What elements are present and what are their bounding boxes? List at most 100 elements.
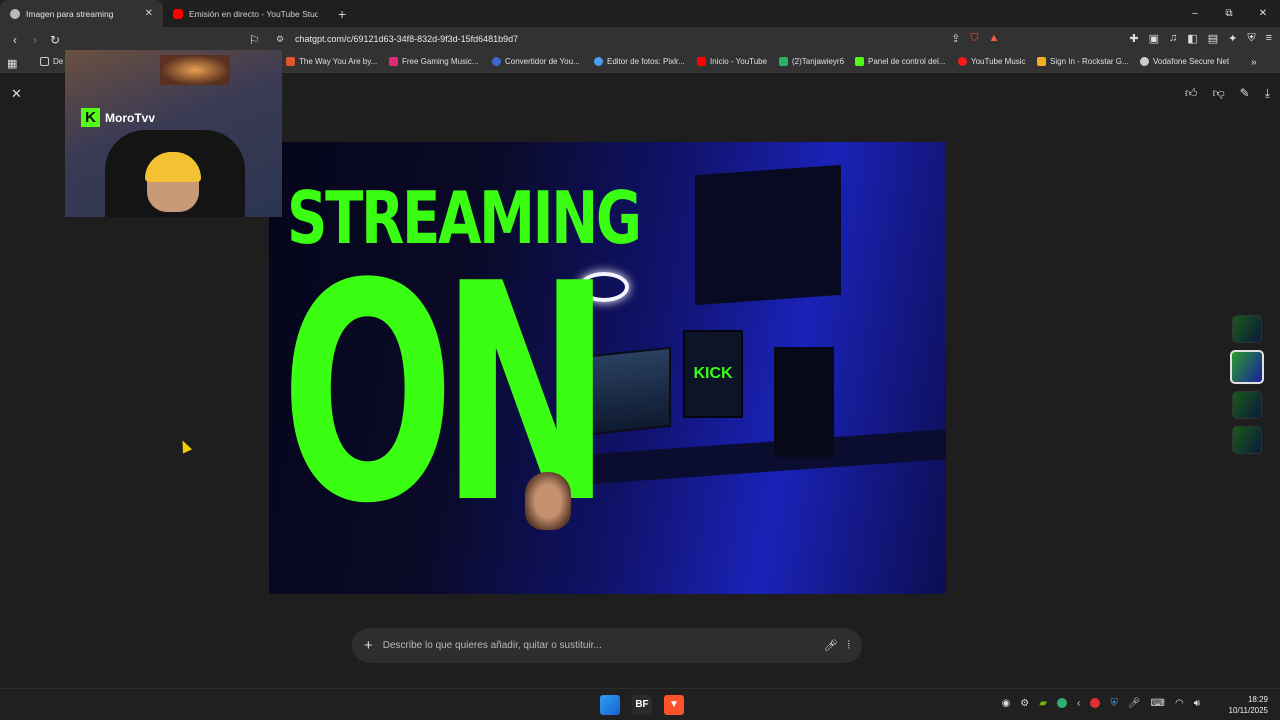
- streamer-face: [525, 472, 571, 530]
- bookmark-label: The Way You Are by...: [299, 57, 378, 66]
- bookmark-item[interactable]: Sign In - Rockstar G...: [1037, 57, 1129, 66]
- volume-icon[interactable]: 🔊︎: [1194, 698, 1200, 709]
- youtube-music-icon: [958, 57, 967, 66]
- taskbar-apps: BF ▼: [600, 695, 684, 715]
- close-icon[interactable]: ✕: [11, 86, 22, 102]
- bookmark-label: Sign In - Rockstar G...: [1050, 57, 1129, 66]
- kick-screen-text: KICK: [693, 365, 733, 382]
- thumbs-up-icon[interactable]: 👍︎: [1185, 86, 1198, 101]
- bf-app-icon[interactable]: BF: [632, 695, 652, 715]
- bookmark-folder[interactable]: De: [40, 57, 63, 66]
- maximize-button[interactable]: ⧉: [1212, 0, 1246, 27]
- bookmark-item[interactable]: Editor de fotos: Pixlr...: [594, 57, 685, 66]
- image-actions: 👍︎ 👎︎ ✎ ⤓: [1185, 86, 1270, 101]
- forward-icon[interactable]: ›: [25, 33, 45, 47]
- bookmark-label: Vodafone Secure Net: [1153, 57, 1230, 66]
- wall-tv: [695, 164, 841, 306]
- brave-browser-icon[interactable]: ▼: [664, 695, 684, 715]
- bookmark-label: (2)Tanjawieyr6: [792, 57, 845, 66]
- bookmark-item[interactable]: Panel de control del...: [855, 57, 945, 66]
- sidebar-icon[interactable]: ◧: [1187, 32, 1197, 45]
- nvidia-icon[interactable]: ▰: [1039, 698, 1047, 709]
- generated-image: KICK STREAMING ON: [269, 142, 946, 594]
- vpn-icon[interactable]: ⛨: [1247, 32, 1255, 45]
- clock-time: 18:29: [1247, 695, 1268, 704]
- converter-icon: [492, 57, 501, 66]
- menu-icon[interactable]: ≡: [1266, 32, 1272, 45]
- voice-mode-icon[interactable]: ⦙: [848, 639, 850, 652]
- clock-date: 10/11/2025: [1228, 706, 1268, 715]
- kick-icon: [855, 57, 864, 66]
- more-bookmarks-button[interactable]: »: [1251, 57, 1257, 68]
- back-icon[interactable]: ‹: [5, 33, 25, 47]
- youtube-icon: [697, 57, 706, 66]
- system-tray: ◉ ⚙ ▰ ‹ ⛨ 🎤︎ ⌨ ◠ 🔊︎: [1002, 698, 1200, 709]
- apps-grid-icon[interactable]: ▦: [7, 57, 17, 70]
- bookmark-icon[interactable]: ⚐: [244, 33, 264, 47]
- microphone-icon[interactable]: 🎤︎: [824, 639, 838, 652]
- bookmark-label: Panel de control del...: [868, 57, 946, 66]
- variant-thumbnail-selected[interactable]: [1230, 350, 1264, 384]
- streamer-name: MoroTvv: [105, 110, 156, 125]
- thumbs-down-icon[interactable]: 👎︎: [1212, 86, 1224, 101]
- brave-rewards-icon[interactable]: ▲: [989, 32, 1000, 45]
- bookmark-item[interactable]: Inicio - YouTube: [697, 57, 767, 66]
- site-info-icon[interactable]: ⚙: [276, 34, 284, 45]
- app-tray-icon[interactable]: [1056, 698, 1067, 708]
- shield-tray-icon[interactable]: ⛨: [1110, 698, 1118, 709]
- close-window-button[interactable]: ✕: [1246, 0, 1280, 27]
- streamer-badge: K MoroTvv: [81, 108, 155, 127]
- bookmark-item[interactable]: YouTube Music: [958, 57, 1026, 66]
- variant-thumbnail[interactable]: [1232, 391, 1262, 419]
- edit-prompt-input[interactable]: [382, 640, 814, 651]
- pixlr-icon: [594, 57, 603, 66]
- rockstar-icon: [1037, 57, 1046, 66]
- tab-imagen-para-streaming[interactable]: Imagen para streaming ✕: [0, 0, 163, 27]
- edit-composer: + 🎤︎ ⦙: [352, 628, 862, 663]
- steam-icon[interactable]: ◉: [1002, 698, 1011, 709]
- soundcloud-icon: [286, 57, 295, 66]
- extensions-icon[interactable]: ✚: [1129, 32, 1138, 45]
- tanja-icon: [779, 57, 788, 66]
- pc-tower: [774, 347, 834, 457]
- new-tab-button[interactable]: +: [338, 6, 346, 22]
- windows-start-icon[interactable]: [600, 695, 620, 715]
- gear-icon[interactable]: ⚙: [1020, 698, 1029, 709]
- bookmark-label: Convertidor de You...: [505, 57, 580, 66]
- variant-thumbnail[interactable]: [1232, 315, 1262, 343]
- minimize-button[interactable]: –: [1178, 0, 1212, 27]
- reload-icon[interactable]: ↻: [45, 33, 65, 47]
- bookmark-item[interactable]: The Way You Are by...: [286, 57, 377, 66]
- share-icon[interactable]: ⇪: [951, 32, 960, 45]
- close-tab-icon[interactable]: ✕: [145, 8, 153, 19]
- wallet-icon[interactable]: ▤: [1208, 32, 1218, 45]
- bookmark-item[interactable]: Convertidor de You...: [492, 57, 580, 66]
- kick-screen: KICK: [683, 330, 743, 418]
- screenshot-icon[interactable]: ▣: [1149, 32, 1159, 45]
- image-variants: [1230, 315, 1264, 461]
- kick-logo-icon: K: [81, 108, 100, 127]
- mic-tray-icon[interactable]: 🎤︎: [1128, 698, 1141, 709]
- bookmark-item[interactable]: Free Gaming Music...: [389, 57, 478, 66]
- download-icon[interactable]: ⤓: [1265, 86, 1270, 101]
- add-attachment-button[interactable]: +: [364, 637, 373, 654]
- bookmark-item[interactable]: Vodafone Secure Net: [1140, 57, 1229, 66]
- music-icon[interactable]: ♫: [1169, 32, 1177, 45]
- keyboard-icon[interactable]: ⌨: [1151, 698, 1165, 709]
- record-tray-icon[interactable]: [1090, 698, 1101, 708]
- url-field[interactable]: chatgpt.com/c/69121d63-34f8-832d-9f3d-15…: [295, 34, 518, 44]
- bookmark-label: Editor de fotos: Pixlr...: [607, 57, 685, 66]
- variant-thumbnail[interactable]: [1232, 426, 1262, 454]
- bookmark-label: Free Gaming Music...: [402, 57, 479, 66]
- brave-shield-icon[interactable]: ⛉: [970, 32, 978, 45]
- arrow-tray-icon[interactable]: ‹: [1077, 698, 1080, 709]
- tab-bar: Imagen para streaming ✕ Emisión en direc…: [0, 0, 1280, 27]
- tab-youtube-studio[interactable]: Emisión en directo - YouTube Studio: [163, 0, 328, 27]
- leo-ai-icon[interactable]: ✦: [1228, 32, 1237, 45]
- edit-brush-icon[interactable]: ✎: [1240, 86, 1250, 101]
- bookmark-item[interactable]: (2)Tanjawieyr6: [779, 57, 844, 66]
- system-clock[interactable]: 18:29 10/11/2025: [1229, 694, 1268, 716]
- taskbar: BF ▼ ◉ ⚙ ▰ ‹ ⛨ 🎤︎ ⌨ ◠ 🔊︎ 18:29 10/11/202…: [0, 688, 1280, 720]
- window-controls: – ⧉ ✕: [1178, 0, 1280, 27]
- wifi-icon[interactable]: ◠: [1175, 698, 1184, 709]
